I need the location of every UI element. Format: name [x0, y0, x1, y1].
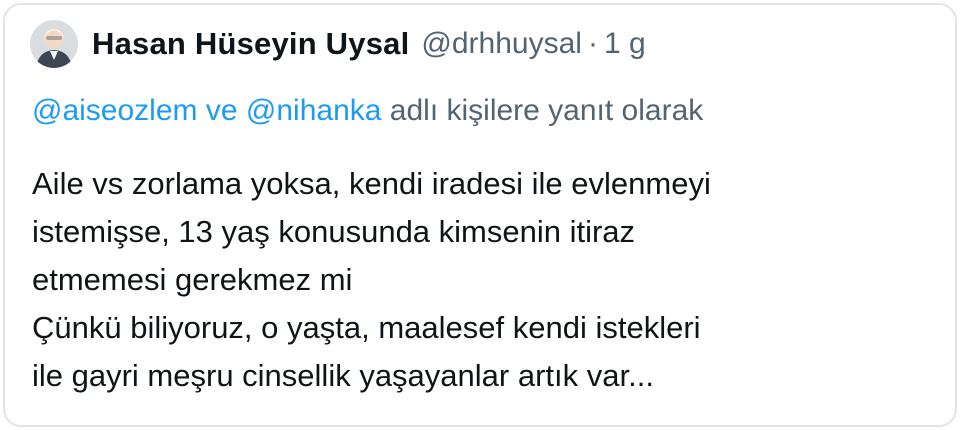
- tweet-text-line: Aile vs zorlama yoksa, kendi iradesi ile…: [32, 166, 711, 201]
- tweet-text-line: istemişse, 13 yaş konusunda kimsenin iti…: [32, 214, 636, 249]
- author-name[interactable]: Hasan Hüseyin Uysal: [92, 26, 409, 62]
- mention-link-aiseozlem[interactable]: @aiseozlem: [32, 94, 198, 127]
- tweet-card[interactable]: Hasan Hüseyin Uysal @drhhuysal · 1 g @ai…: [0, 0, 960, 430]
- dot-separator: ·: [587, 27, 598, 60]
- reply-suffix: adlı kişilere yanıt olarak: [389, 94, 704, 127]
- avatar[interactable]: [30, 20, 78, 68]
- user-avatar-icon: [30, 20, 78, 68]
- tweet-text-line: Çünkü biliyoruz, o yaşta, maalesef kendi…: [32, 310, 701, 345]
- tweet-text-line: ile gayri meşru cinsellik yaşayanlar art…: [32, 358, 654, 393]
- reply-conjunction: ve: [205, 94, 238, 127]
- tweet-timestamp[interactable]: 1 g: [604, 27, 646, 61]
- reply-context: @aiseozlem ve @nihanka adlı kişilere yan…: [32, 94, 703, 128]
- mention-link-nihanka[interactable]: @nihanka: [246, 94, 382, 127]
- tweet-header: Hasan Hüseyin Uysal @drhhuysal · 1 g: [30, 20, 646, 68]
- tweet-text: Aile vs zorlama yoksa, kendi iradesi ile…: [32, 160, 932, 400]
- author-handle[interactable]: @drhhuysal: [421, 27, 582, 61]
- tweet-text-line: etmemesi gerekmez mi: [32, 262, 353, 297]
